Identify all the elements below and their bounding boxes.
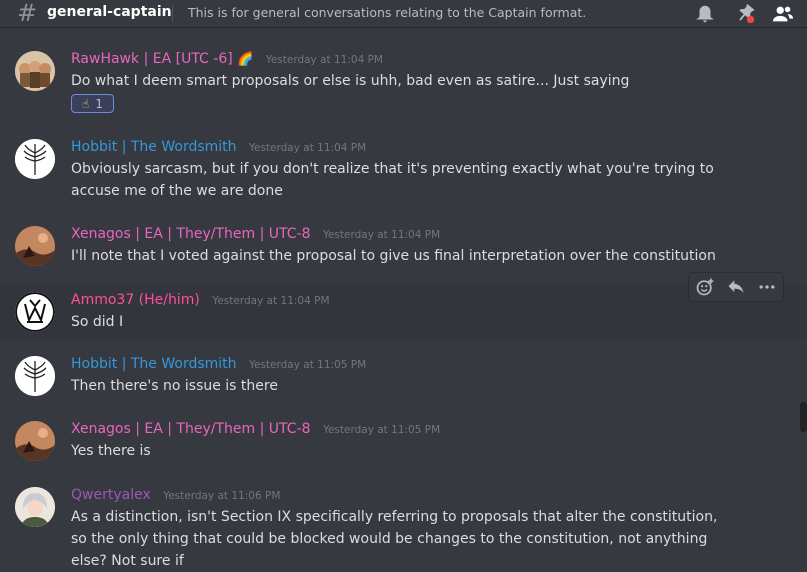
message-timestamp: Yesterday at 11:05 PM [248,359,367,371]
message: Qwertyalex Yesterday at 11:06 PM As a di… [0,476,807,569]
reaction-chip[interactable]: ☝ 1 [71,94,114,113]
message: RawHawk | EA [UTC -6] 🌈 Yesterday at 11:… [0,40,807,120]
message: Xenagos | EA | They/Them | UTC-8 Yesterd… [0,215,807,273]
avatar[interactable] [15,421,55,461]
message-text: Do what I deem smart proposals or else i… [71,73,630,89]
message-timestamp: Yesterday at 11:06 PM [163,490,281,502]
members-icon[interactable] [772,3,794,25]
message-text: Then there's no issue is there [71,378,278,394]
message-text: So did I [71,314,124,330]
bell-icon[interactable] [694,3,716,25]
pointing-up-emoji-icon: ☝ [82,96,90,111]
message-text: Obviously sarcasm, but if you don't real… [71,161,714,199]
avatar[interactable] [15,139,55,179]
channel-hash-icon: # [17,0,38,27]
avatar[interactable] [15,292,55,332]
avatar[interactable] [15,356,55,396]
channel-topic[interactable]: This is for general conversations relati… [188,5,586,20]
reply-icon[interactable] [725,276,747,298]
message-timestamp: Yesterday at 11:04 PM [248,142,367,154]
message-author[interactable]: Qwertyalex Yesterday at 11:06 PM [71,487,280,503]
pin-icon[interactable] [734,3,756,25]
message-actions-toolbar [688,272,784,302]
message-author[interactable]: Ammo37 (He/him) Yesterday at 11:04 PM [71,292,330,308]
channel-header: # general-captain This is for general co… [0,0,807,27]
avatar[interactable] [15,51,55,91]
message: Hobbit | The Wordsmith Yesterday at 11:0… [0,345,807,403]
message-text: Yes there is [71,443,151,459]
message: Hobbit | The Wordsmith Yesterday at 11:0… [0,128,807,208]
more-icon[interactable] [756,276,778,298]
avatar[interactable] [15,487,55,527]
message-timestamp: Yesterday at 11:04 PM [212,295,330,307]
scrollbar-thumb[interactable] [800,402,807,432]
message-author[interactable]: Hobbit | The Wordsmith Yesterday at 11:0… [71,139,366,155]
message-author[interactable]: Xenagos | EA | They/Them | UTC-8 Yesterd… [71,421,440,437]
reaction-count: 1 [95,96,103,111]
message-timestamp: Yesterday at 11:04 PM [322,229,441,241]
message-author[interactable]: Xenagos | EA | They/Them | UTC-8 Yesterd… [71,226,440,242]
message-timestamp: Yesterday at 11:05 PM [322,424,441,436]
message: Ammo37 (He/him) Yesterday at 11:04 PM So… [0,284,807,340]
avatar[interactable] [15,226,55,266]
message-text: As a distinction, isn't Section IX speci… [71,509,718,569]
message-timestamp: Yesterday at 11:04 PM [265,54,383,66]
add-reaction-icon[interactable] [694,276,716,298]
rainbow-emoji: 🌈 [237,52,254,67]
channel-name[interactable]: general-captain [47,4,172,20]
message: Xenagos | EA | They/Them | UTC-8 Yesterd… [0,410,807,468]
message-author[interactable]: RawHawk | EA [UTC -6] 🌈 Yesterday at 11:… [71,51,383,67]
message-text: I'll note that I voted against the propo… [71,248,716,264]
header-divider [172,5,173,22]
message-author[interactable]: Hobbit | The Wordsmith Yesterday at 11:0… [71,356,366,372]
